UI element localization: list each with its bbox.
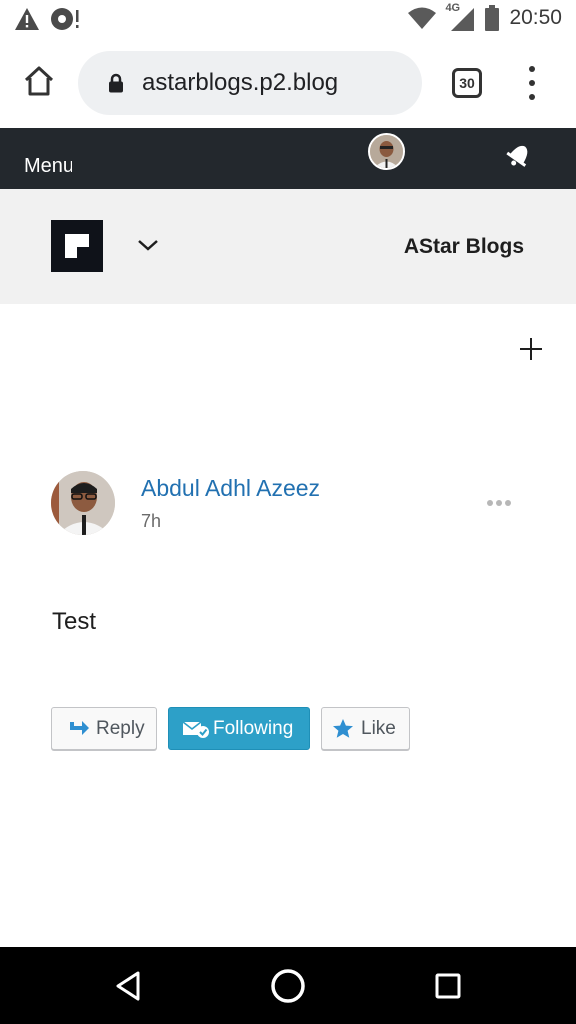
notifications-button[interactable] xyxy=(502,136,538,172)
reply-button[interactable]: Reply xyxy=(51,707,157,750)
browser-menu-button[interactable] xyxy=(518,66,546,100)
menu-button[interactable]: Menu xyxy=(24,155,72,178)
following-button[interactable]: Following xyxy=(168,707,310,750)
dot xyxy=(529,80,535,86)
tab-count: 30 xyxy=(459,75,475,91)
avatar-photo xyxy=(51,471,115,535)
address-bar[interactable]: astarblogs.p2.blog xyxy=(78,51,422,115)
system-navigation-bar xyxy=(0,947,576,1024)
mail-check-icon xyxy=(182,720,210,738)
site-logo[interactable] xyxy=(51,220,103,272)
new-post-button[interactable] xyxy=(518,336,544,362)
status-bar: 4G 20:50 xyxy=(0,0,576,38)
logo-shape xyxy=(65,247,77,258)
masterbar: Menu xyxy=(0,128,576,189)
dot xyxy=(529,94,535,100)
avatar-photo xyxy=(370,135,403,168)
battery-icon xyxy=(485,5,500,31)
like-label: Like xyxy=(361,717,396,739)
wifi-icon xyxy=(408,7,437,29)
star-icon xyxy=(332,718,354,739)
post-timestamp[interactable]: 7h xyxy=(141,511,161,532)
circle-notification-icon xyxy=(51,8,79,30)
home-circle-icon[interactable] xyxy=(270,968,306,1004)
logo-shape xyxy=(65,234,89,247)
like-button[interactable]: Like xyxy=(321,707,410,750)
author-avatar[interactable] xyxy=(51,471,115,535)
status-left-icons xyxy=(14,6,82,32)
site-header: AStar Blogs xyxy=(0,189,576,304)
post-more-options-button[interactable] xyxy=(487,499,511,507)
home-icon xyxy=(24,66,54,96)
user-avatar[interactable] xyxy=(368,133,405,170)
status-time: 20:50 xyxy=(509,6,562,29)
following-label: Following xyxy=(213,717,294,739)
back-icon[interactable] xyxy=(112,969,146,1003)
url-text: astarblogs.p2.blog xyxy=(142,69,339,96)
status-right-icons: 4G 20:50 xyxy=(407,2,562,32)
cell-signal: 4G xyxy=(445,2,475,32)
post-author-link[interactable]: Abdul Adhl Azeez xyxy=(141,475,320,502)
reply-arrow-icon xyxy=(67,720,91,738)
bell-icon xyxy=(506,145,528,167)
browser-home-button[interactable] xyxy=(18,60,60,102)
cell-signal-icon xyxy=(451,8,475,31)
dot xyxy=(496,500,502,506)
reply-label: Reply xyxy=(96,717,145,739)
dot xyxy=(505,500,511,506)
browser-toolbar: astarblogs.p2.blog 30 xyxy=(0,38,576,128)
chevron-down-icon xyxy=(138,240,158,251)
tab-switcher-button[interactable]: 30 xyxy=(452,68,482,98)
warning-icon xyxy=(15,8,39,30)
dot xyxy=(487,500,493,506)
recent-apps-icon[interactable] xyxy=(434,972,462,1000)
site-switcher-button[interactable] xyxy=(136,235,160,255)
post-content: Test xyxy=(52,608,97,635)
lock-icon xyxy=(106,71,126,95)
dot xyxy=(529,66,535,72)
site-title[interactable]: AStar Blogs xyxy=(404,235,524,259)
